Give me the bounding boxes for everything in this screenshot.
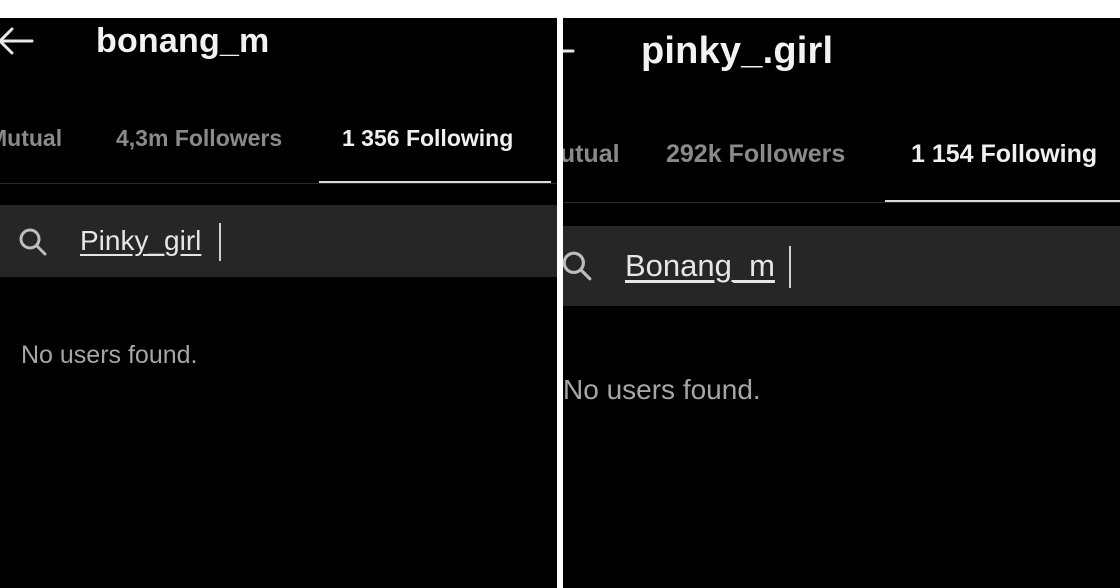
tab-divider [563,202,1120,203]
search-input[interactable]: Pinky_girl [80,225,201,257]
search-icon [563,251,592,281]
profile-title: pinky_.girl [641,30,834,72]
text-caret [219,223,221,261]
search-box[interactable]: Bonang_m [563,226,1120,306]
active-tab-indicator [319,181,551,183]
tab-following[interactable]: 1 356 Following [342,125,513,152]
active-tab-indicator [885,200,1120,202]
right-screenshot-panel: pinky_.girl Mutual 292k Followers 1 154 … [563,18,1120,588]
no-users-message: No users found. [21,341,198,369]
tab-following[interactable]: 1 154 Following [911,140,1097,169]
tab-divider [0,183,557,184]
search-input[interactable]: Bonang_m [625,248,775,284]
tab-mutual[interactable]: Mutual [0,125,62,152]
tab-followers[interactable]: 292k Followers [666,140,845,169]
back-arrow-icon[interactable] [563,36,577,66]
search-box[interactable]: Pinky_girl [0,205,557,277]
search-icon [19,228,47,256]
tab-followers[interactable]: 4,3m Followers [116,125,282,152]
profile-title: bonang_m [96,22,270,60]
text-caret [789,246,791,288]
left-screenshot-panel: bonang_m Mutual 4,3m Followers 1 356 Fol… [0,18,557,588]
back-arrow-icon[interactable] [0,26,36,56]
tab-mutual[interactable]: Mutual [563,140,620,169]
no-users-message: No users found. [563,374,761,405]
